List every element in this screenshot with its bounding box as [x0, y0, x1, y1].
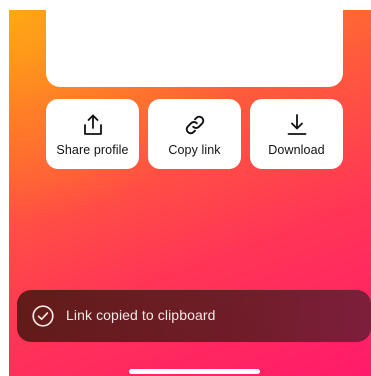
check-circle-icon: [32, 305, 54, 327]
home-indicator[interactable]: [129, 369, 260, 374]
share-screen: Share profile Copy link Download Link co…: [9, 10, 371, 376]
toast-message: Link copied to clipboard: [66, 307, 216, 323]
share-actions: Share profile Copy link Download: [46, 99, 343, 169]
download-label: Download: [268, 143, 325, 157]
toast-notification: Link copied to clipboard: [17, 290, 371, 342]
share-profile-label: Share profile: [56, 143, 129, 157]
link-icon: [148, 113, 241, 137]
cropped-profile-text: [96, 10, 286, 12]
profile-card: [46, 10, 343, 87]
download-button[interactable]: Download: [250, 99, 343, 169]
share-profile-button[interactable]: Share profile: [46, 99, 139, 169]
share-icon: [46, 113, 139, 137]
download-icon: [250, 113, 343, 137]
copy-link-label: Copy link: [168, 143, 221, 157]
copy-link-button[interactable]: Copy link: [148, 99, 241, 169]
